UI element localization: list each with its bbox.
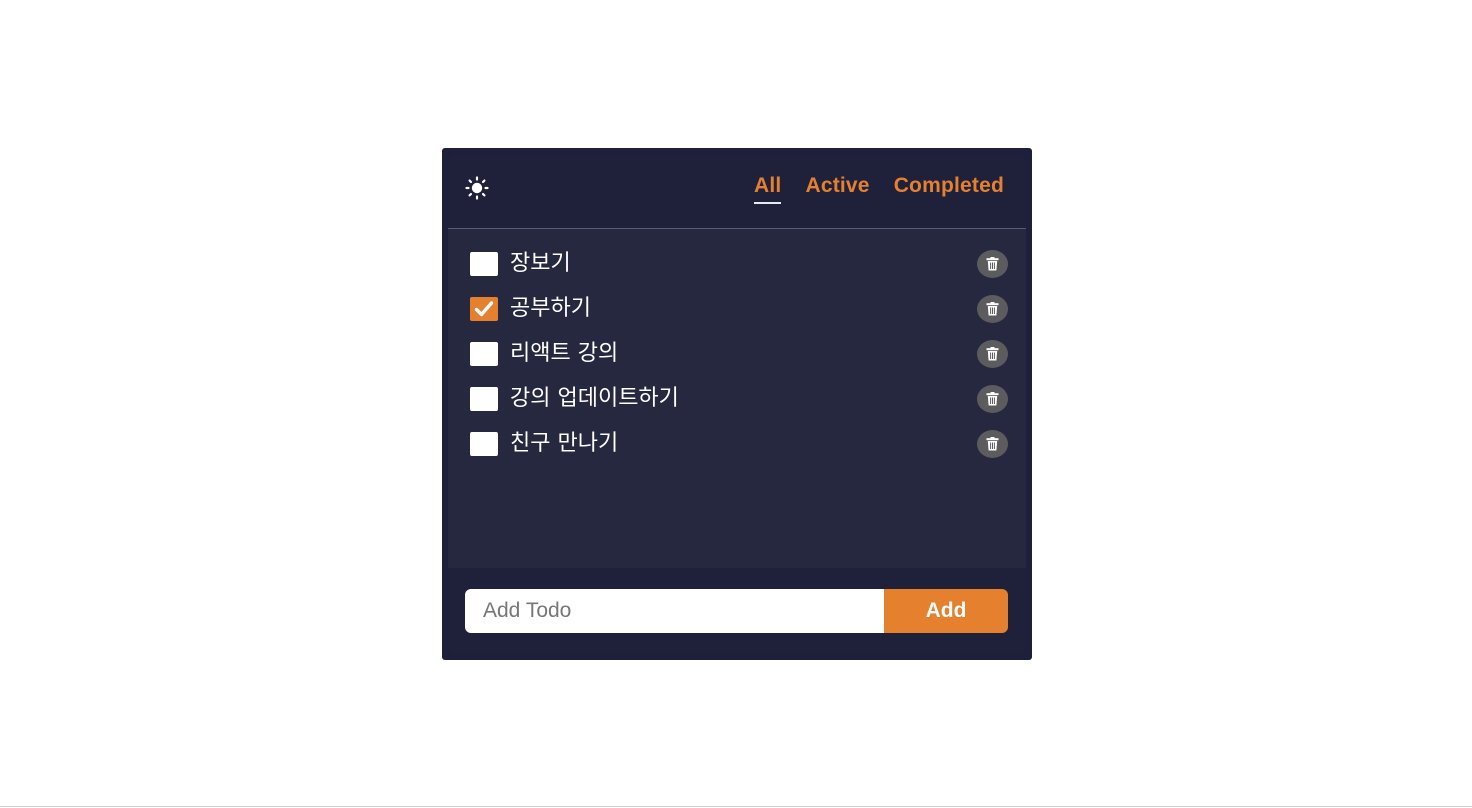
- header: All Active Completed: [448, 154, 1026, 229]
- add-todo-input[interactable]: [465, 589, 884, 633]
- todo-checkbox[interactable]: [470, 387, 498, 411]
- add-button[interactable]: Add: [884, 589, 1008, 633]
- todo-item: 강의 업데이트하기: [448, 383, 1026, 428]
- theme-toggle-button[interactable]: [464, 175, 490, 201]
- todo-app: All Active Completed 장보기 공부하기 리액트 강의 강의 …: [448, 154, 1026, 654]
- sun-icon: [465, 176, 489, 200]
- todo-text: 강의 업데이트하기: [510, 386, 679, 411]
- add-todo-form: Add: [465, 589, 1008, 633]
- filter-tab-active[interactable]: Active: [805, 174, 869, 202]
- todo-item: 친구 만나기: [448, 428, 1026, 473]
- delete-todo-button[interactable]: [977, 295, 1008, 323]
- todo-item: 장보기: [448, 248, 1026, 293]
- todo-text: 친구 만나기: [510, 431, 619, 456]
- page-bottom-border: [0, 806, 1472, 807]
- filter-tab-completed[interactable]: Completed: [894, 174, 1004, 202]
- todo-list: 장보기 공부하기 리액트 강의 강의 업데이트하기 친구 만나기: [448, 248, 1026, 473]
- delete-todo-button[interactable]: [977, 340, 1008, 368]
- todo-app-frame: All Active Completed 장보기 공부하기 리액트 강의 강의 …: [442, 148, 1032, 660]
- checkmark-icon: [474, 301, 494, 317]
- todo-checkbox[interactable]: [470, 432, 498, 456]
- delete-todo-button[interactable]: [977, 430, 1008, 458]
- todo-checkbox[interactable]: [470, 342, 498, 366]
- todo-item: 공부하기: [448, 293, 1026, 338]
- todo-text: 리액트 강의: [510, 341, 619, 366]
- trash-icon: [986, 257, 999, 271]
- filter-tab-all[interactable]: All: [754, 174, 782, 204]
- trash-icon: [986, 347, 999, 361]
- trash-icon: [986, 302, 999, 316]
- footer: Add: [448, 568, 1026, 654]
- todo-text: 공부하기: [510, 296, 591, 321]
- delete-todo-button[interactable]: [977, 250, 1008, 278]
- filter-tabs: All Active Completed: [754, 174, 1004, 204]
- delete-todo-button[interactable]: [977, 385, 1008, 413]
- todo-checkbox[interactable]: [470, 297, 498, 321]
- trash-icon: [986, 437, 999, 451]
- trash-icon: [986, 392, 999, 406]
- todo-item: 리액트 강의: [448, 338, 1026, 383]
- todo-text: 장보기: [510, 251, 571, 276]
- todo-checkbox[interactable]: [470, 252, 498, 276]
